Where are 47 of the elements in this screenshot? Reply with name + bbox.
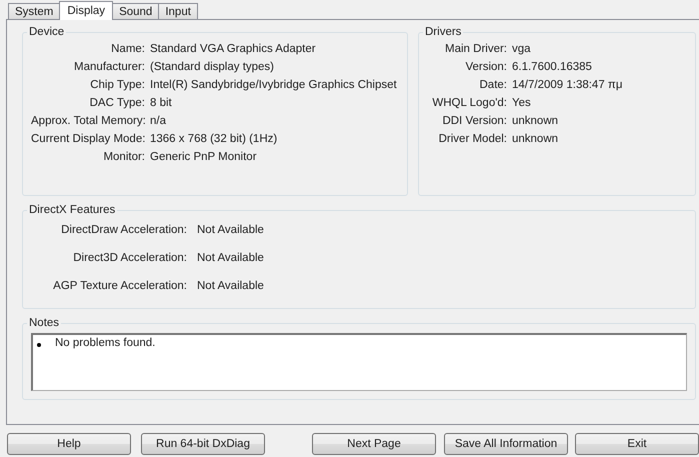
field-label: Direct3D Acceleration: [72, 252, 187, 264]
tab[interactable]: Sound [112, 3, 160, 19]
field-value: Intel(R) Sandybridge/Ivybridge Graphics Chipset [150, 79, 398, 91]
field-label: DirectDraw Acceleration: [60, 224, 187, 236]
group-title: Notes [28, 317, 60, 329]
field-value: n/a [150, 115, 167, 127]
dialog-button[interactable]: Run 64-bit DxDiag [141, 433, 265, 455]
dialog-button[interactable]: Next Page [312, 433, 436, 455]
field-value: Not Available [197, 252, 265, 264]
field-value: unknown [512, 115, 560, 127]
field-value: unknown [512, 133, 560, 145]
field-label: Name: [110, 43, 145, 55]
field-label: DDI Version: [441, 115, 507, 127]
bullet-icon [37, 343, 41, 347]
field-label: Current Display Mode: [31, 133, 145, 145]
field-label: Manufacturer: [73, 61, 145, 73]
field-value: 1366 x 768 (32 bit) (1Hz) [150, 133, 278, 145]
field-label: Main Driver: [444, 43, 507, 55]
group-title: Device [28, 26, 66, 38]
field-label: Approx. Total Memory: [31, 115, 145, 127]
dialog-button[interactable]: Help [7, 433, 131, 455]
field-value: Not Available [197, 224, 265, 236]
field-value: 6.1.7600.16385 [512, 61, 593, 73]
dialog-button[interactable]: Save All Information [444, 433, 568, 455]
field-label: AGP Texture Acceleration: [52, 280, 187, 292]
group-title: DirectX Features [28, 204, 116, 216]
field-label: Chip Type: [89, 79, 145, 91]
field-value: (Standard display types) [150, 61, 276, 73]
tab[interactable]: System [8, 3, 60, 19]
field-value: vga [512, 43, 532, 55]
dialog-button[interactable]: Exit [575, 433, 699, 455]
field-value: Standard VGA Graphics Adapter [150, 43, 317, 55]
group-title: Drivers [424, 26, 462, 38]
field-label: Date: [478, 79, 507, 91]
field-label: WHQL Logo'd: [431, 97, 507, 109]
field-value: 14/7/2009 1:38:47 πμ [512, 79, 624, 91]
tab[interactable]: Display [59, 1, 114, 20]
tab[interactable]: Input [158, 3, 198, 19]
field-label: DAC Type: [88, 97, 145, 109]
field-value: Not Available [197, 280, 265, 292]
field-label: Monitor: [102, 151, 145, 163]
field-value: 8 bit [150, 97, 173, 109]
field-label: Version: [464, 61, 507, 73]
note-text: No problems found. [55, 337, 156, 349]
field-value: Yes [512, 97, 532, 109]
field-label: Driver Model: [438, 133, 507, 145]
field-value: Generic PnP Monitor [150, 151, 258, 163]
